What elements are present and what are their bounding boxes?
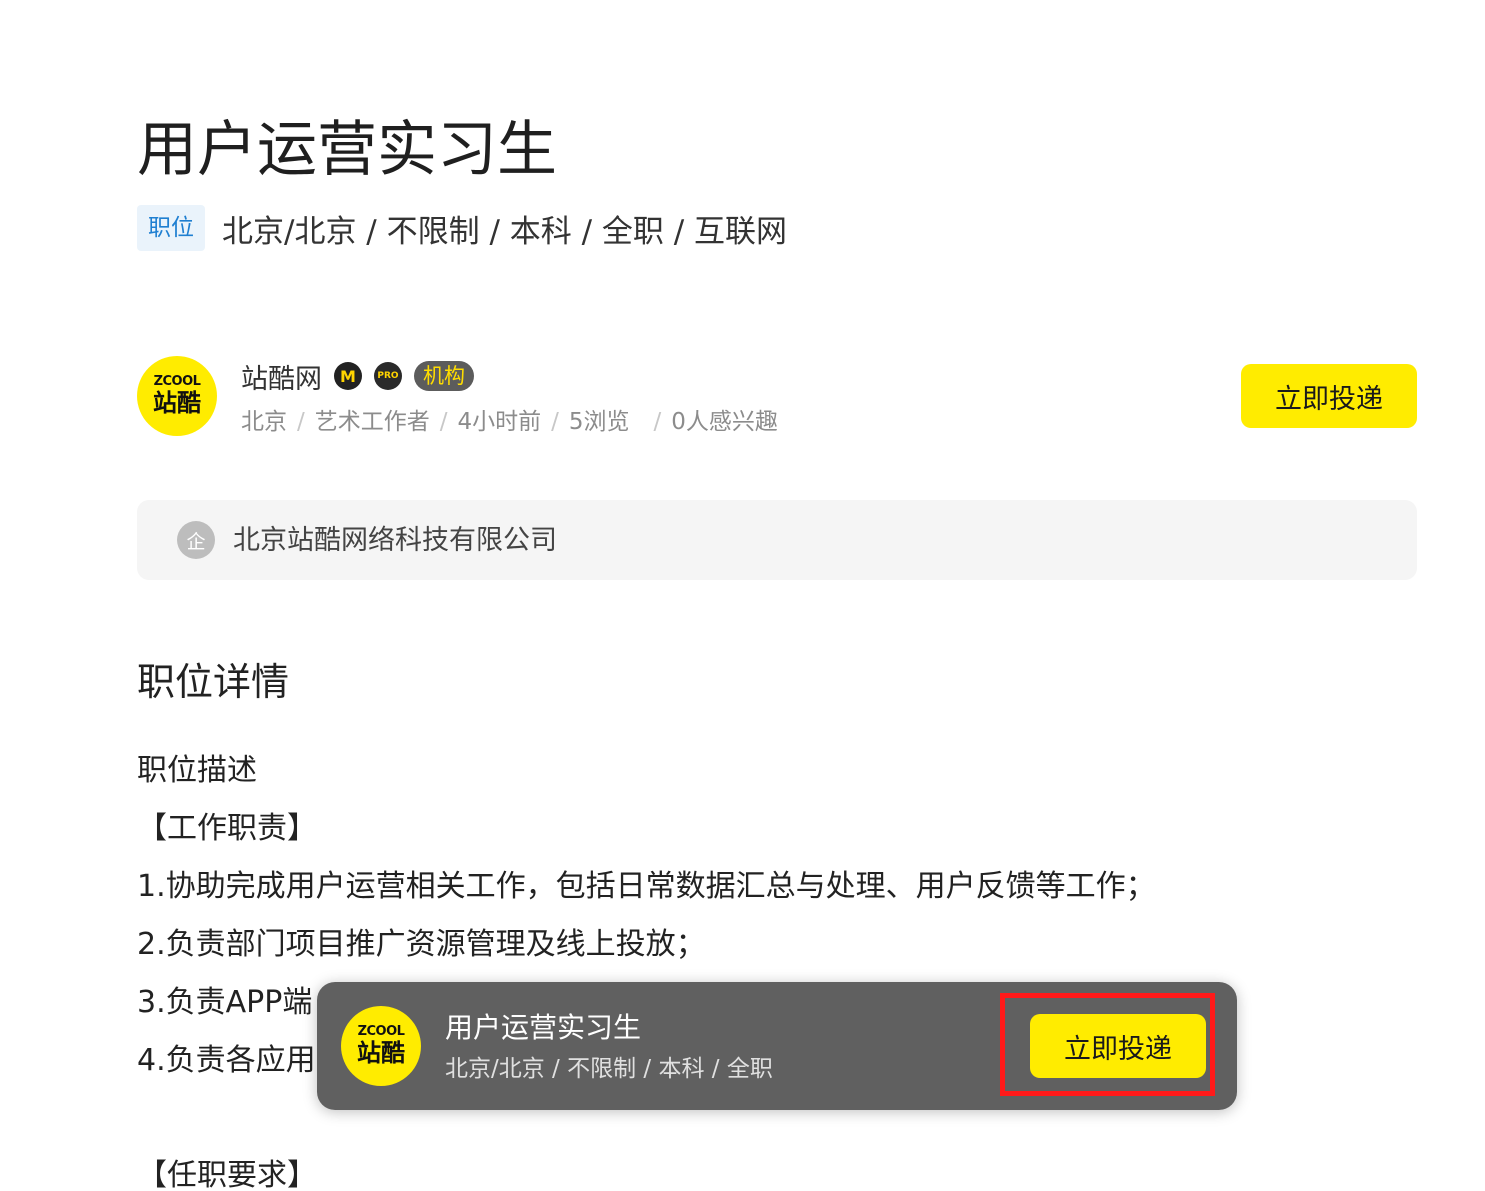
job-title: 用户运营实习生	[137, 115, 557, 185]
sticky-job-title: 用户运营实习生	[445, 1011, 642, 1044]
logo-en-text: ZCOOL	[357, 1024, 405, 1039]
desc-line: 【工作职责】	[137, 811, 317, 846]
section-title: 职位详情	[137, 660, 290, 704]
sticky-apply-button[interactable]: 立即投递	[1030, 1014, 1206, 1078]
sticky-company-logo: ZCOOL 站酷	[341, 1006, 421, 1086]
m-badge-icon: M	[334, 362, 362, 390]
meta-separator: /	[439, 409, 448, 435]
meta-interested: 0人感兴趣	[671, 409, 778, 435]
job-tag-row: 职位 北京/北京 / 不限制 / 本科 / 全职 / 互联网	[137, 204, 787, 252]
meta-separator: /	[653, 409, 662, 435]
desc-line: 2.负责部门项目推广资源管理及线上投放；	[137, 927, 706, 962]
meta-time: 4小时前	[457, 409, 542, 435]
desc-line: 【任职要求】	[137, 1158, 317, 1191]
desc-line: 3.负责APP端	[137, 985, 313, 1020]
desc-line: 1.协助完成用户运营相关工作，包括日常数据汇总与处理、用户反馈等工作；	[137, 869, 1156, 904]
job-detail-page: 用户运营实习生 职位 北京/北京 / 不限制 / 本科 / 全职 / 互联网 Z…	[0, 0, 1485, 1191]
company-meta: 北京 / 艺术工作者 / 4小时前 / 5浏览 / 0人感兴趣	[241, 404, 778, 440]
apply-button[interactable]: 立即投递	[1241, 364, 1417, 428]
logo-en-text: ZCOOL	[153, 374, 201, 389]
enterprise-name: 北京站酷网络科技有限公司	[233, 525, 557, 556]
meta-separator: /	[551, 409, 559, 435]
desc-line: 4.负责各应用	[137, 1043, 316, 1078]
enterprise-icon: 企	[177, 521, 215, 559]
enterprise-bar[interactable]: 企 北京站酷网络科技有限公司	[137, 500, 1417, 580]
company-name-row: 站酷网 M PRO 机构	[241, 356, 474, 396]
job-meta: 北京/北京 / 不限制 / 本科 / 全职 / 互联网	[222, 213, 788, 250]
org-badge: 机构	[414, 361, 474, 391]
company-name[interactable]: 站酷网	[241, 357, 322, 396]
logo-cn-text: 站酷	[357, 1039, 405, 1067]
meta-category: 艺术工作者	[314, 409, 430, 435]
position-tag: 职位	[137, 205, 205, 251]
logo-cn-text: 站酷	[153, 389, 201, 417]
meta-separator: /	[297, 409, 305, 435]
meta-views: 5浏览	[568, 409, 630, 435]
desc-heading: 职位描述	[137, 753, 257, 788]
company-logo[interactable]: ZCOOL 站酷	[137, 356, 217, 436]
pro-badge-icon: PRO	[374, 362, 402, 390]
sticky-job-meta: 北京/北京 / 不限制 / 本科 / 全职	[445, 1056, 773, 1082]
meta-city: 北京	[241, 409, 287, 435]
sticky-apply-bar: ZCOOL 站酷 用户运营实习生 北京/北京 / 不限制 / 本科 / 全职 立…	[317, 982, 1237, 1110]
